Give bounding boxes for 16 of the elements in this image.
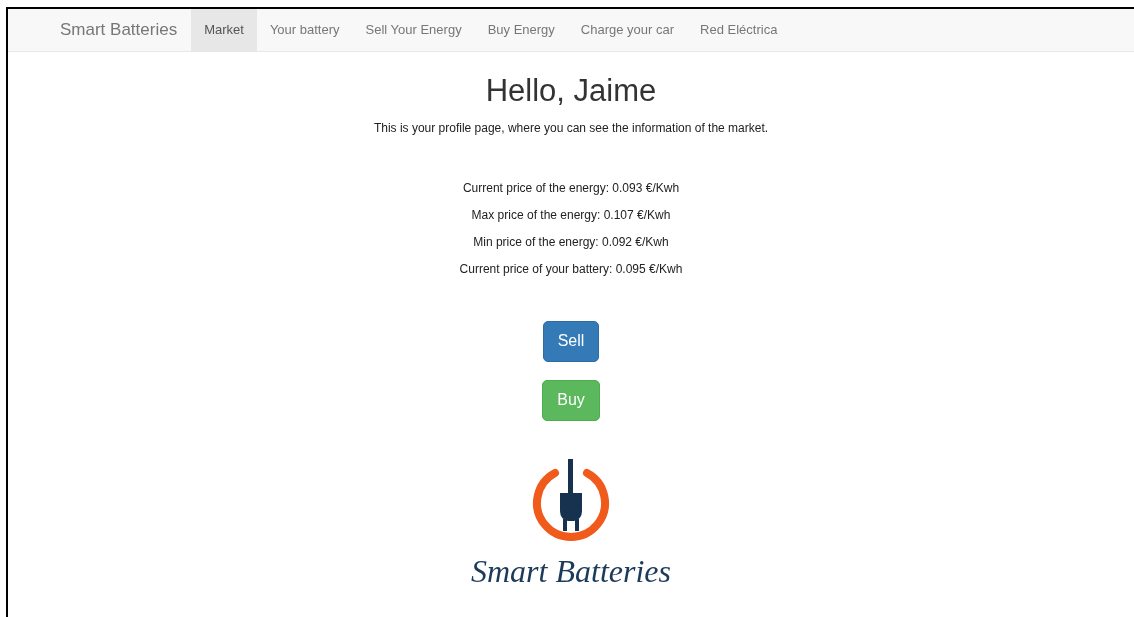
nav-tab[interactable]: Charge your car xyxy=(567,9,688,51)
nav-tab[interactable]: Red Eléctrica xyxy=(687,9,791,51)
nav-tab[interactable]: Sell Your Energy xyxy=(352,9,475,51)
price-text: Min price of the energy: 0.092 €/Kwh xyxy=(473,233,669,251)
sell-button[interactable]: Sell xyxy=(542,320,600,362)
page-heading: Hello, Jaime xyxy=(485,72,657,110)
price-text: Current price of your battery: 0.095 €/Kwh xyxy=(459,260,683,278)
price-text: Current price of the energy: 0.093 €/Kwh xyxy=(462,179,680,197)
subtitle-text: This is your profile page, where you can see the information of the market. xyxy=(373,119,769,137)
nav-tab[interactable]: Market xyxy=(191,9,257,51)
nav-tab[interactable]: Buy Energy xyxy=(474,9,568,51)
logo-text: Smart Batteries xyxy=(471,551,671,591)
nav-tab[interactable]: Your battery xyxy=(256,9,353,51)
price-text: Max price of the energy: 0.107 €/Kwh xyxy=(471,206,671,224)
buy-button[interactable]: Buy xyxy=(542,379,600,421)
brand-link[interactable]: Smart Batteries xyxy=(60,9,192,51)
